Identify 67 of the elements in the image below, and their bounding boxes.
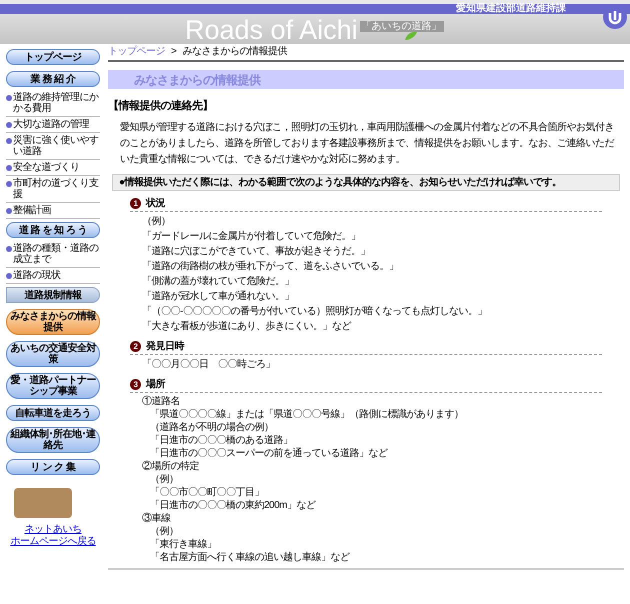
number-badge: 3 bbox=[130, 378, 141, 390]
body-text: ③車線 bbox=[142, 512, 172, 524]
number-badge: 1 bbox=[130, 198, 141, 208]
sidebar-section-button[interactable]: 道路規制情報 bbox=[6, 287, 100, 303]
home-link[interactable]: ネットあいち bbox=[24, 524, 82, 536]
bullet-icon bbox=[6, 165, 12, 171]
body-text: 「（〇〇-〇〇〇〇〇の番号が付いている）照明灯が暗くなっても点灯しない。」 bbox=[142, 304, 488, 318]
number-badge: 2 bbox=[130, 340, 141, 352]
site-subtitle: 「あいちの道路」 bbox=[360, 21, 444, 32]
department-name: 愛知県建設部道路維持課 bbox=[456, 4, 566, 14]
sidebar-link[interactable]: 整備計画 bbox=[13, 205, 51, 216]
bullet-icon bbox=[6, 95, 12, 101]
sidebar-nav-button[interactable]: あいちの交通安全対策 bbox=[6, 341, 100, 367]
body-text: 「道路に穴ぼこができていて、事故が起きそうだ。」 bbox=[142, 244, 371, 258]
sidebar-nav-button[interactable]: トップページ bbox=[6, 49, 100, 65]
body-text: （例） bbox=[149, 472, 180, 486]
home-link[interactable]: ホームページへ戻る bbox=[10, 536, 96, 548]
sidebar-nav-button[interactable]: 業 務 紹 介 bbox=[6, 71, 100, 87]
section-title: 場所 bbox=[146, 378, 165, 390]
sidebar-link[interactable]: 大切な道路の管理 bbox=[13, 119, 89, 130]
breadcrumb-current: みなさまからの情報提供 bbox=[182, 44, 287, 59]
body-text: ①道路名 bbox=[142, 394, 181, 408]
body-text: 「道路の街路樹の枝が垂れ下がって、道をふさいでいる。」 bbox=[142, 260, 400, 274]
bullet-icon bbox=[6, 273, 12, 279]
bullet-icon bbox=[6, 208, 12, 214]
sidebar-nav-button[interactable]: 組織体制･所在地･連絡先 bbox=[6, 427, 100, 453]
owl-picture-placeholder bbox=[14, 488, 72, 518]
body-text: 「東行き車線」 bbox=[149, 538, 218, 550]
body-text: 「日進市の〇〇〇スーパーの前を通っている道路」など bbox=[149, 446, 389, 460]
body-text: ②場所の特定 bbox=[142, 460, 200, 472]
bullet-icon bbox=[6, 181, 12, 187]
sidebar-nav-button[interactable]: みなさまからの情報提供 bbox=[6, 309, 100, 335]
section-heading: 【情報提供の連絡先】 bbox=[108, 98, 214, 114]
body-text: （例） bbox=[149, 524, 180, 538]
sidebar-link[interactable]: 安全な道づくり bbox=[13, 162, 80, 173]
sidebar-link[interactable]: 道路の現状 bbox=[13, 270, 60, 281]
page-title: みなさまからの情報提供 bbox=[134, 72, 260, 88]
sidebar-link[interactable]: 市町村の道づくり支援 bbox=[13, 178, 100, 200]
leaf-icon bbox=[404, 31, 418, 41]
sidebar-nav-button[interactable]: 愛・道路パートナーシップ事業 bbox=[6, 373, 100, 399]
body-text: （例） bbox=[142, 214, 172, 228]
body-text: 「側溝の蓋が壊れていて危険だ。」 bbox=[142, 274, 295, 288]
intro-paragraph: 愛知県が管理する道路における穴ぼこ，照明灯の玉切れ，車両用防護柵への金属片付着などの不具合箇所やお気付きのことがありましたら、道路を所管しております各建設事務所まで、情報提供をお願いします。なお、ご連絡いただいた貴重な情報については、できるだけ速やかな対応に努めます。 bbox=[119, 120, 616, 166]
body-text: 「名古屋方面へ行く車線の追い越し車線」など bbox=[149, 550, 351, 564]
body-text: 「県道〇〇〇〇線」または「県道〇〇〇号線」（路側に標識があります） bbox=[149, 408, 464, 420]
sidebar-link[interactable]: 道路の維持管理にかかる費用 bbox=[13, 92, 100, 114]
sidebar-link[interactable]: 災害に強く使いやすい道路 bbox=[13, 135, 100, 157]
body-text: 「大きな看板が歩道にあり、歩きにくい。」など bbox=[142, 320, 352, 334]
section-title: 状況 bbox=[146, 196, 165, 210]
bullet-icon bbox=[6, 246, 12, 252]
sidebar-nav-button[interactable]: 自転車道を走ろう bbox=[6, 405, 100, 421]
section-title: 発見日時 bbox=[146, 340, 184, 352]
body-text: 「〇〇市〇〇町〇〇丁目」 bbox=[149, 486, 265, 498]
body-text: 「日進市の〇〇〇橋のある道路」 bbox=[149, 434, 294, 446]
bullet-icon bbox=[6, 122, 12, 128]
breadcrumb-separator: > bbox=[171, 45, 176, 59]
notice-box: ●情報提供いただく際には、わかる範囲で次のような具体的な内容を、お知らせいただければ幸いです。 bbox=[112, 174, 620, 190]
body-text: 「日進市の〇〇〇橋の東約200m」など bbox=[149, 498, 317, 512]
bullet-icon bbox=[6, 138, 12, 144]
body-text: （道路名が不明の場合の例） bbox=[149, 420, 274, 434]
sidebar-nav-button[interactable]: 道 路 を 知 ろ う bbox=[6, 222, 100, 238]
sidebar-nav-button[interactable]: リ ン ク 集 bbox=[6, 459, 100, 475]
breadcrumb-link[interactable]: トップページ bbox=[108, 44, 165, 59]
body-text: 「〇〇月〇〇日 〇〇時ごろ」 bbox=[142, 358, 276, 372]
sidebar-link[interactable]: 道路の種類・道路の成立まで bbox=[13, 243, 100, 265]
body-text: 「ガードレールに金属片が付着していて危険だ。」 bbox=[142, 230, 362, 244]
body-text: 「道路が冠水して車が通れない。」 bbox=[142, 290, 295, 304]
